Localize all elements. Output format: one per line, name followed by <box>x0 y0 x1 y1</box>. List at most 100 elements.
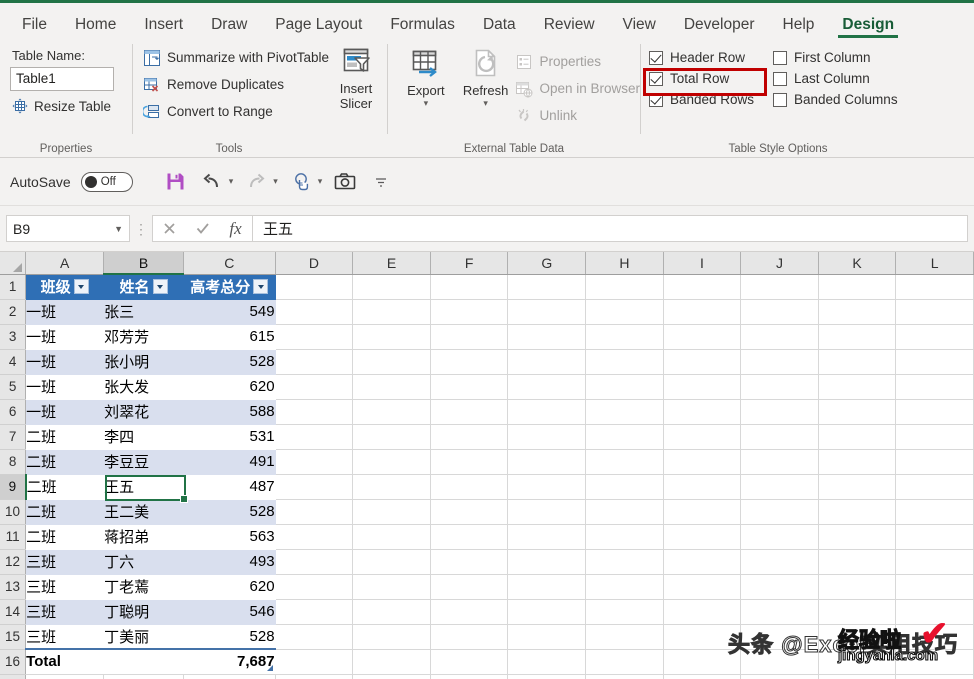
cell-J[interactable] <box>740 274 819 300</box>
cell-B4[interactable]: 张小明 <box>103 349 185 375</box>
filter-dropdown-icon[interactable] <box>73 279 89 294</box>
cell-A16[interactable]: Total <box>25 648 105 675</box>
cell-B9[interactable]: 王五 <box>103 474 185 500</box>
cell-K[interactable] <box>818 624 897 650</box>
cell-H[interactable] <box>585 449 664 475</box>
cell-K[interactable] <box>818 474 897 500</box>
tab-review[interactable]: Review <box>530 16 609 39</box>
cell-G[interactable] <box>507 649 587 675</box>
checkbox-total-row[interactable]: Total Row <box>649 71 773 86</box>
tab-design[interactable]: Design <box>828 16 908 39</box>
row-header-5[interactable]: 5 <box>0 374 27 400</box>
cell-L[interactable] <box>895 549 974 575</box>
cell-H[interactable] <box>585 549 664 575</box>
cell-G[interactable] <box>507 499 587 525</box>
cell-B12[interactable]: 丁六 <box>103 549 185 575</box>
cell-K[interactable] <box>818 399 897 425</box>
cell-J[interactable] <box>740 649 819 675</box>
cell-H[interactable] <box>585 474 664 500</box>
remove-duplicates-button[interactable]: Remove Duplicates <box>143 71 325 98</box>
cell-D[interactable] <box>275 474 354 500</box>
row-header-17[interactable]: 17 <box>0 674 27 679</box>
cell-D[interactable] <box>275 399 354 425</box>
cell-G[interactable] <box>507 299 587 325</box>
cell-I[interactable] <box>663 449 742 475</box>
redo-dropdown-icon[interactable]: ▾ <box>273 176 278 187</box>
cell-J[interactable] <box>740 399 819 425</box>
cancel-icon[interactable] <box>153 216 186 241</box>
cell-B7[interactable]: 李四 <box>103 424 185 450</box>
cell-E[interactable] <box>352 649 431 675</box>
cell-H[interactable] <box>585 674 664 679</box>
cell-B6[interactable]: 刘翠花 <box>103 399 185 425</box>
cell-E[interactable] <box>352 474 431 500</box>
cell-D[interactable] <box>275 674 354 679</box>
formula-input[interactable]: 王五 <box>252 215 968 242</box>
column-header-K[interactable]: K <box>818 252 897 275</box>
cell-D[interactable] <box>275 599 354 625</box>
cell-I[interactable] <box>663 649 742 675</box>
cell-K[interactable] <box>818 449 897 475</box>
cell-E[interactable] <box>352 499 431 525</box>
cell-L[interactable] <box>895 649 974 675</box>
cell-A15[interactable]: 三班 <box>25 624 105 650</box>
refresh-button[interactable]: Refresh ▾ <box>457 46 515 158</box>
cell-D[interactable] <box>275 299 354 325</box>
cell-G[interactable] <box>507 549 587 575</box>
cell-L[interactable] <box>895 599 974 625</box>
cell-K[interactable] <box>818 674 897 679</box>
column-header-J[interactable]: J <box>740 252 819 275</box>
cell-C11[interactable]: 563 <box>183 524 276 550</box>
checkbox-banded-rows[interactable]: Banded Rows <box>649 92 773 107</box>
cell-B5[interactable]: 张大发 <box>103 374 185 400</box>
undo-icon[interactable] <box>199 169 225 195</box>
column-header-B[interactable]: B <box>103 252 185 275</box>
cell-D[interactable] <box>275 324 354 350</box>
cell-G[interactable] <box>507 274 587 300</box>
cell-F[interactable] <box>430 674 509 679</box>
unlink-button[interactable]: Unlink <box>515 102 640 129</box>
cell-L[interactable] <box>895 624 974 650</box>
cell-J[interactable] <box>740 374 819 400</box>
cell-H[interactable] <box>585 274 664 300</box>
cell-I[interactable] <box>663 549 742 575</box>
cell-G[interactable] <box>507 599 587 625</box>
cell-G[interactable] <box>507 424 587 450</box>
cell-J[interactable] <box>740 324 819 350</box>
cell-I[interactable] <box>663 624 742 650</box>
cell-K[interactable] <box>818 299 897 325</box>
cell-E[interactable] <box>352 324 431 350</box>
cell-L[interactable] <box>895 674 974 679</box>
properties-button[interactable]: Properties <box>515 48 640 75</box>
cell-D[interactable] <box>275 574 354 600</box>
checkbox-header-row[interactable]: Header Row <box>649 50 773 65</box>
cell-H[interactable] <box>585 399 664 425</box>
cell-F[interactable] <box>430 274 509 300</box>
cell-L[interactable] <box>895 274 974 300</box>
cell-L[interactable] <box>895 349 974 375</box>
cell-B15[interactable]: 丁美丽 <box>103 624 185 650</box>
cell-F[interactable] <box>430 649 509 675</box>
column-header-H[interactable]: H <box>585 252 664 275</box>
cell-J[interactable] <box>740 549 819 575</box>
cell-K[interactable] <box>818 374 897 400</box>
cell-L[interactable] <box>895 574 974 600</box>
cell-A6[interactable]: 一班 <box>25 399 105 425</box>
filter-dropdown-icon[interactable] <box>253 279 269 294</box>
cell-B2[interactable]: 张三 <box>103 299 185 325</box>
cell-B3[interactable]: 邓芳芳 <box>103 324 185 350</box>
formula-bar-grip[interactable]: ⋮ <box>130 222 152 236</box>
cell-A7[interactable]: 二班 <box>25 424 105 450</box>
cell-A13[interactable]: 三班 <box>25 574 105 600</box>
cell-A11[interactable]: 二班 <box>25 524 105 550</box>
cell-E[interactable] <box>352 599 431 625</box>
cell-L[interactable] <box>895 299 974 325</box>
cell-A9[interactable]: 二班 <box>25 474 105 500</box>
summarize-with-pivottable-button[interactable]: Summarize with PivotTable <box>143 44 329 71</box>
cell-I[interactable] <box>663 524 742 550</box>
cell-J[interactable] <box>740 499 819 525</box>
cell-J[interactable] <box>740 474 819 500</box>
table-header-cell-C[interactable]: 高考总分 <box>183 274 276 300</box>
cell-H[interactable] <box>585 424 664 450</box>
cell-C6[interactable]: 588 <box>183 399 276 425</box>
